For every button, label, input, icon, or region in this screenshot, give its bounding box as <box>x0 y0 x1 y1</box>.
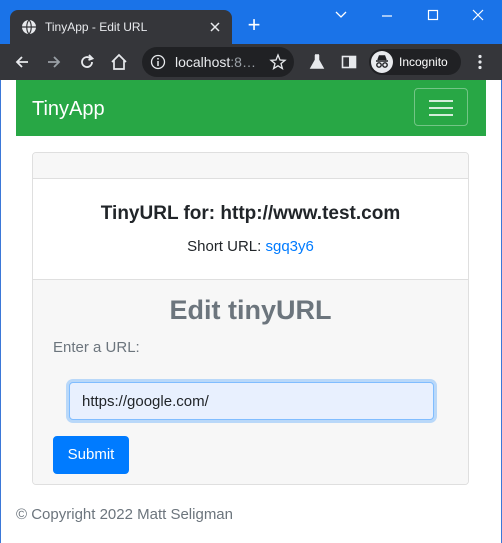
hamburger-icon-bar <box>429 100 453 102</box>
forward-icon[interactable] <box>44 52 64 72</box>
short-url-link[interactable]: sgq3y6 <box>266 238 314 255</box>
incognito-label: Incognito <box>399 55 448 69</box>
address-rest: :8… <box>230 54 256 70</box>
copyright-footer: © Copyright 2022 Matt Seligman <box>16 506 233 523</box>
new-tab-button[interactable]: + <box>244 14 264 36</box>
address-bar[interactable]: localhost:8… <box>142 47 294 77</box>
browser-tab[interactable]: TinyApp - Edit URL <box>10 10 232 44</box>
labs-flask-icon[interactable] <box>307 52 327 72</box>
hamburger-icon-bar <box>429 107 453 109</box>
globe-icon <box>21 19 37 35</box>
browser-toolbar: localhost:8… Incognito <box>0 44 502 80</box>
short-url-label: Short URL: <box>187 238 262 255</box>
page-content: TinyApp TinyURL for: http://www.test.com… <box>0 80 502 543</box>
url-input[interactable] <box>69 382 434 420</box>
submit-button[interactable]: Submit <box>53 436 129 474</box>
back-icon[interactable] <box>12 52 32 72</box>
browser-titlebar: TinyApp - Edit URL + <box>0 0 502 44</box>
incognito-icon <box>371 51 393 73</box>
chevron-down-icon[interactable] <box>330 6 352 24</box>
edit-form-section: Edit tinyURL Enter a URL: Submit <box>33 279 468 484</box>
close-window-icon[interactable] <box>467 6 489 24</box>
more-menu-icon[interactable] <box>470 52 490 72</box>
incognito-indicator[interactable]: Incognito <box>369 49 461 75</box>
navbar-brand[interactable]: TinyApp <box>32 97 105 121</box>
navbar: TinyApp <box>16 80 486 136</box>
tab-title: TinyApp - Edit URL <box>45 20 148 34</box>
card-header <box>33 153 468 179</box>
info-icon[interactable] <box>150 54 166 70</box>
home-icon[interactable] <box>109 52 129 72</box>
window-border-left <box>0 80 1 543</box>
hamburger-icon-bar <box>429 114 453 116</box>
star-icon[interactable] <box>269 53 287 71</box>
edit-heading: Edit tinyURL <box>169 295 332 325</box>
url-input-label: Enter a URL: <box>53 339 140 356</box>
minimize-icon[interactable] <box>376 6 398 24</box>
reload-icon[interactable] <box>77 52 97 72</box>
card-body: TinyURL for: http://www.test.com Short U… <box>33 179 468 279</box>
url-card: TinyURL for: http://www.test.com Short U… <box>32 152 469 485</box>
short-url-line: Short URL: sgq3y6 <box>33 238 468 256</box>
close-tab-icon[interactable] <box>207 19 223 35</box>
navbar-toggler-button[interactable] <box>414 88 468 126</box>
address-text: localhost:8… <box>175 54 256 70</box>
address-host: localhost <box>175 54 231 70</box>
maximize-icon[interactable] <box>422 6 444 24</box>
card-title: TinyURL for: http://www.test.com <box>100 203 401 224</box>
side-panel-icon[interactable] <box>339 52 359 72</box>
